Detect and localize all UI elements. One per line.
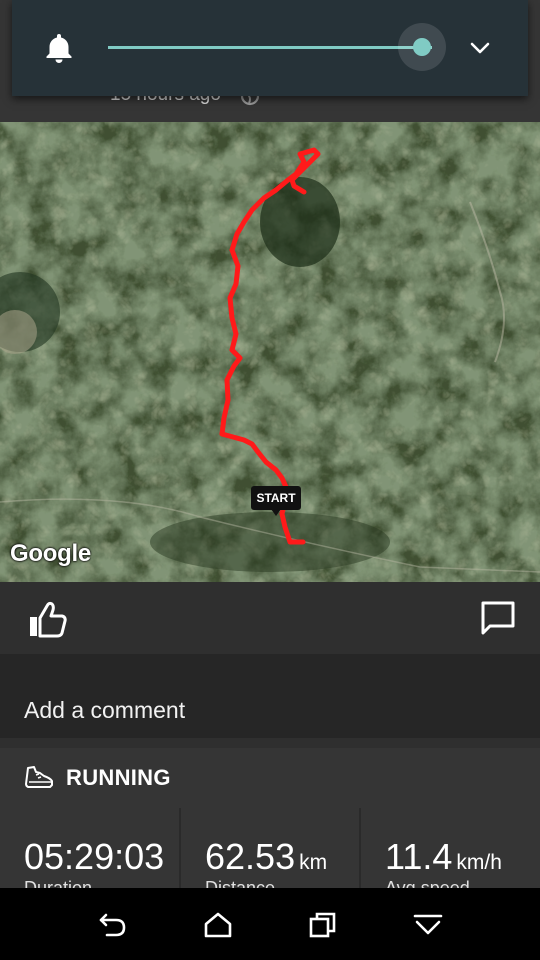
volume-panel bbox=[12, 0, 528, 96]
add-comment-field[interactable]: Add a comment bbox=[24, 697, 185, 724]
chevron-down-icon[interactable] bbox=[468, 38, 492, 58]
stat-unit: km/h bbox=[456, 851, 502, 874]
stat-divider bbox=[359, 808, 361, 888]
app-screen: 15 hours ago bbox=[0, 0, 540, 960]
home-icon[interactable] bbox=[203, 912, 233, 938]
map-valley bbox=[150, 512, 390, 572]
stat-value: 05:29:03 bbox=[24, 836, 168, 878]
stat-number: 11.4 bbox=[385, 836, 453, 877]
comment-icon[interactable] bbox=[480, 600, 516, 636]
route-map[interactable]: START Google bbox=[0, 122, 540, 582]
stat-number: 05:29:03 bbox=[24, 836, 165, 877]
google-attribution: Google bbox=[10, 540, 91, 567]
stat-value: 11.4 km/h bbox=[385, 836, 502, 878]
actions-row bbox=[0, 582, 540, 654]
workout-summary: RUNNING 05:29:03 Duration 62.53km Distan… bbox=[0, 748, 540, 898]
recents-icon[interactable] bbox=[308, 912, 338, 938]
satellite-map bbox=[0, 122, 540, 582]
activity-type: RUNNING bbox=[66, 765, 171, 790]
stat-number: 62.53 bbox=[205, 836, 296, 877]
running-shoe-icon bbox=[25, 766, 53, 788]
thumbs-up-icon[interactable] bbox=[28, 600, 68, 638]
back-icon[interactable] bbox=[98, 912, 128, 938]
notifications-icon[interactable] bbox=[413, 912, 443, 938]
volume-slider-track[interactable] bbox=[108, 46, 432, 49]
comment-bar[interactable]: Add a comment bbox=[0, 654, 540, 738]
stat-value: 62.53 km bbox=[205, 836, 327, 878]
stat-divider bbox=[179, 808, 181, 888]
stat-unit: km bbox=[299, 851, 328, 874]
system-navigation-bar bbox=[0, 888, 540, 960]
bell-icon[interactable] bbox=[44, 32, 74, 64]
start-marker: START bbox=[251, 486, 301, 516]
